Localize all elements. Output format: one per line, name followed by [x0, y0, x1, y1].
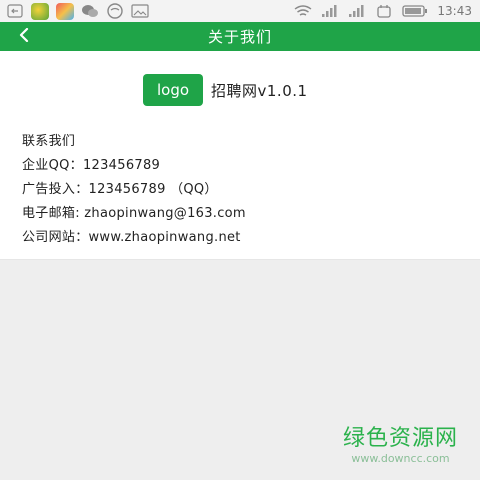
battery-icon: [402, 3, 428, 19]
alarm-icon: [375, 3, 393, 19]
wechat-icon: [81, 3, 99, 19]
chevron-left-icon: [18, 27, 30, 46]
title-bar: 关于我们: [0, 22, 480, 51]
contact-email[interactable]: 电子邮箱: zhaopinwang@163.com: [22, 202, 246, 226]
app-header: logo 招聘网v1.0.1: [143, 74, 308, 106]
signal-icon: [321, 3, 339, 19]
wifi-icon: [294, 3, 312, 19]
about-content: logo 招聘网v1.0.1 联系我们 企业QQ：123456789 广告投入：…: [0, 51, 480, 260]
status-bar: 13:43: [0, 0, 480, 23]
app-logo: logo: [143, 74, 203, 106]
back-button[interactable]: [18, 22, 46, 51]
page-title: 关于我们: [207, 28, 272, 46]
contact-section: 联系我们 企业QQ：123456789 广告投入：123456789 （QQ） …: [22, 130, 246, 250]
watermark-title: 绿色资源网: [342, 426, 458, 451]
message-icon: [106, 3, 124, 19]
app-name-version: 招聘网v1.0.1: [211, 81, 308, 100]
signal-icon-2: [348, 3, 366, 19]
watermark-url: www.downcc.com: [351, 452, 450, 465]
contact-heading: 联系我们: [22, 134, 76, 149]
status-left: [0, 0, 149, 22]
watermark: 绿色资源网 www.downcc.com: [343, 426, 458, 466]
contact-website[interactable]: 公司网站：www.zhaopinwang.net: [22, 226, 246, 250]
contact-qq: 企业QQ：123456789: [22, 158, 161, 173]
status-right: 13:43: [294, 0, 480, 22]
image-icon: [131, 3, 149, 19]
app-icon-2: [56, 2, 74, 20]
back-key-icon: [6, 3, 24, 19]
contact-ad-qq: 广告投入：123456789 （QQ）: [22, 182, 218, 197]
screen: 13:43 关于我们 logo 招聘网v1.0.1 联系我们 企业QQ：1234…: [0, 0, 480, 480]
app-icon-1: [31, 2, 49, 20]
status-time: 13:43: [437, 4, 472, 18]
